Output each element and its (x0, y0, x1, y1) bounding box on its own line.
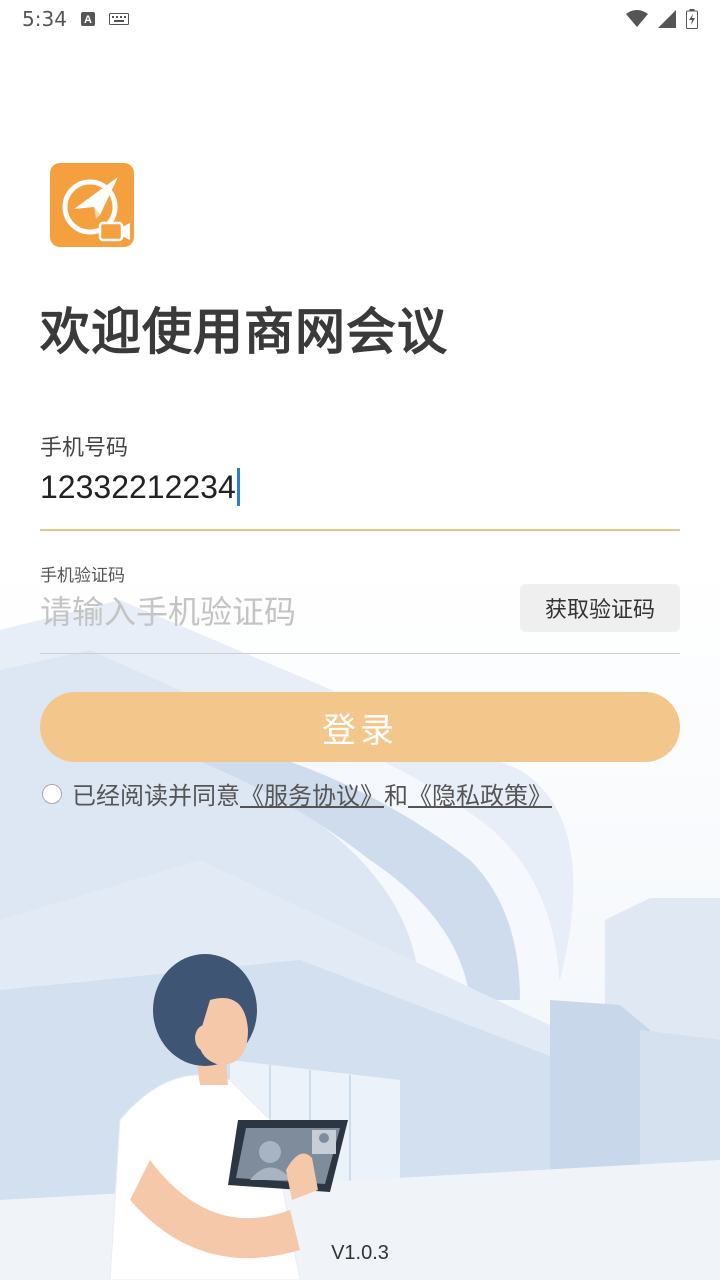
code-input-underline (40, 653, 680, 654)
agreement-and: 和 (384, 782, 408, 810)
code-label: 手机验证码 (40, 566, 125, 586)
privacy-policy-link[interactable]: 《隐私政策》 (408, 776, 552, 811)
phone-input[interactable]: 12332212234 (40, 468, 240, 506)
welcome-title: 欢迎使用商网会议 (40, 303, 448, 361)
app-logo: AVIC (50, 163, 134, 247)
login-screen: AVIC 欢迎使用商网会议 手机号码 12332212234 手机验证码 获取验… (0, 0, 720, 1280)
phone-input-value: 12332212234 (40, 468, 236, 505)
code-input[interactable] (40, 588, 500, 636)
agreement-checkbox[interactable] (42, 783, 62, 804)
version-label: V1.0.3 (331, 1242, 389, 1264)
login-button[interactable]: 登录 (40, 692, 680, 762)
phone-input-underline (40, 529, 680, 531)
agreement-row: 已经阅读并同意 《服务协议》 和 《隐私政策》 (42, 776, 552, 811)
svg-text:AVIC: AVIC (80, 218, 96, 225)
service-agreement-link[interactable]: 《服务协议》 (240, 776, 384, 811)
get-code-button[interactable]: 获取验证码 (520, 584, 680, 632)
phone-label: 手机号码 (40, 436, 129, 461)
agreement-prefix: 已经阅读并同意 (72, 782, 240, 810)
text-caret (236, 468, 240, 506)
